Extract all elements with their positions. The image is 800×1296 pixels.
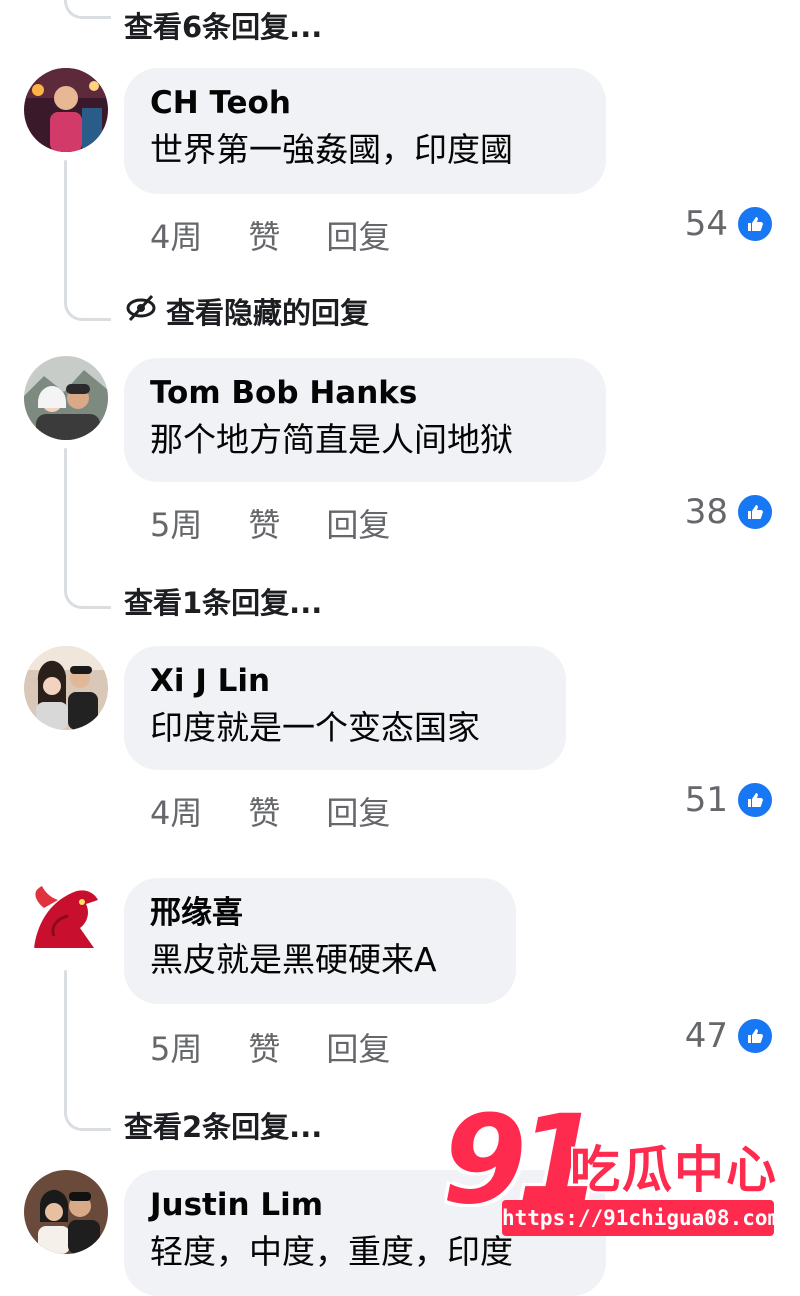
view-hidden-replies-button[interactable]: 查看隐藏的回复 — [124, 290, 369, 332]
comment-text: 那个地方简直是人间地狱 — [150, 420, 513, 459]
thumbs-up-icon — [736, 205, 774, 243]
comment-actions: 4周 赞 回复 — [150, 212, 390, 258]
comment-bubble: CH Teoh 世界第一強姦國，印度國 — [124, 68, 606, 194]
like-count-value: 54 — [684, 204, 728, 244]
thumbs-up-icon — [736, 1017, 774, 1055]
reply-button[interactable]: 回复 — [326, 212, 390, 258]
watermark-url: https://91chigua08.com — [502, 1200, 780, 1236]
view-replies-label: 查看1条回复... — [124, 586, 323, 620]
comment-author[interactable]: Xi J Lin — [150, 660, 540, 702]
comment-author[interactable]: 邢缘喜 — [150, 892, 490, 934]
comment-bubble: Xi J Lin 印度就是一个变态国家 — [124, 646, 566, 770]
avatar[interactable] — [24, 356, 108, 440]
view-replies-label: 查看6条回复... — [124, 10, 323, 44]
view-replies-button[interactable]: 查看2条回复... — [124, 1104, 322, 1146]
comment-author[interactable]: Tom Bob Hanks — [150, 372, 580, 414]
like-button[interactable]: 赞 — [248, 212, 280, 258]
comment-text: 印度就是一个变态国家 — [150, 708, 480, 747]
watermark-logo: 91 吃瓜中心 https://91chigua08.com — [440, 1099, 780, 1250]
thread-connector — [64, 296, 111, 321]
view-replies-label: 查看隐藏的回复 — [166, 296, 370, 330]
avatar[interactable] — [24, 1170, 108, 1254]
thumbs-up-icon — [736, 493, 774, 531]
reply-button[interactable]: 回复 — [326, 500, 390, 546]
comment-text: 世界第一強姦國，印度國 — [150, 130, 513, 169]
like-count-value: 38 — [684, 492, 728, 532]
thread-line — [64, 448, 67, 588]
like-count-value: 51 — [684, 780, 728, 820]
like-count[interactable]: 51 — [685, 780, 774, 820]
view-replies-button[interactable]: 查看1条回复... — [124, 580, 322, 622]
comment-actions: 5周 赞 回复 — [150, 500, 390, 546]
like-count[interactable]: 47 — [685, 1016, 774, 1056]
comment-time: 5周 — [150, 506, 203, 544]
like-button[interactable]: 赞 — [248, 500, 280, 546]
thread-connector — [64, 1106, 111, 1131]
avatar[interactable] — [24, 68, 108, 152]
like-count[interactable]: 54 — [685, 204, 774, 244]
comment-text: 黑皮就是黑硬硬来A — [150, 940, 437, 979]
thumbs-up-icon — [736, 781, 774, 819]
thread-line — [64, 970, 67, 1110]
like-count-value: 47 — [684, 1016, 728, 1056]
watermark-name: 吃瓜中心 — [570, 1141, 778, 1199]
view-replies-label: 查看2条回复... — [124, 1110, 323, 1144]
view-replies-button[interactable]: 查看6条回复... — [124, 4, 322, 46]
reply-button[interactable]: 回复 — [326, 1024, 390, 1070]
thread-connector — [64, 0, 111, 19]
avatar[interactable] — [24, 646, 108, 730]
comment-time: 4周 — [150, 218, 203, 256]
eye-slash-icon — [124, 293, 158, 330]
thread-line — [64, 160, 67, 300]
like-button[interactable]: 赞 — [248, 1024, 280, 1070]
comment-time: 5周 — [150, 1030, 203, 1068]
reply-button[interactable]: 回复 — [326, 788, 390, 834]
thread-connector — [64, 584, 111, 609]
comment-time: 4周 — [150, 794, 203, 832]
comment-actions: 4周 赞 回复 — [150, 788, 390, 834]
comment-actions: 5周 赞 回复 — [150, 1024, 390, 1070]
comment-bubble: 邢缘喜 黑皮就是黑硬硬来A — [124, 878, 516, 1004]
comment-author[interactable]: CH Teoh — [150, 82, 580, 124]
avatar[interactable] — [24, 878, 108, 962]
comment-bubble: Tom Bob Hanks 那个地方简直是人间地狱 — [124, 358, 606, 482]
like-count[interactable]: 38 — [685, 492, 774, 532]
like-button[interactable]: 赞 — [248, 788, 280, 834]
